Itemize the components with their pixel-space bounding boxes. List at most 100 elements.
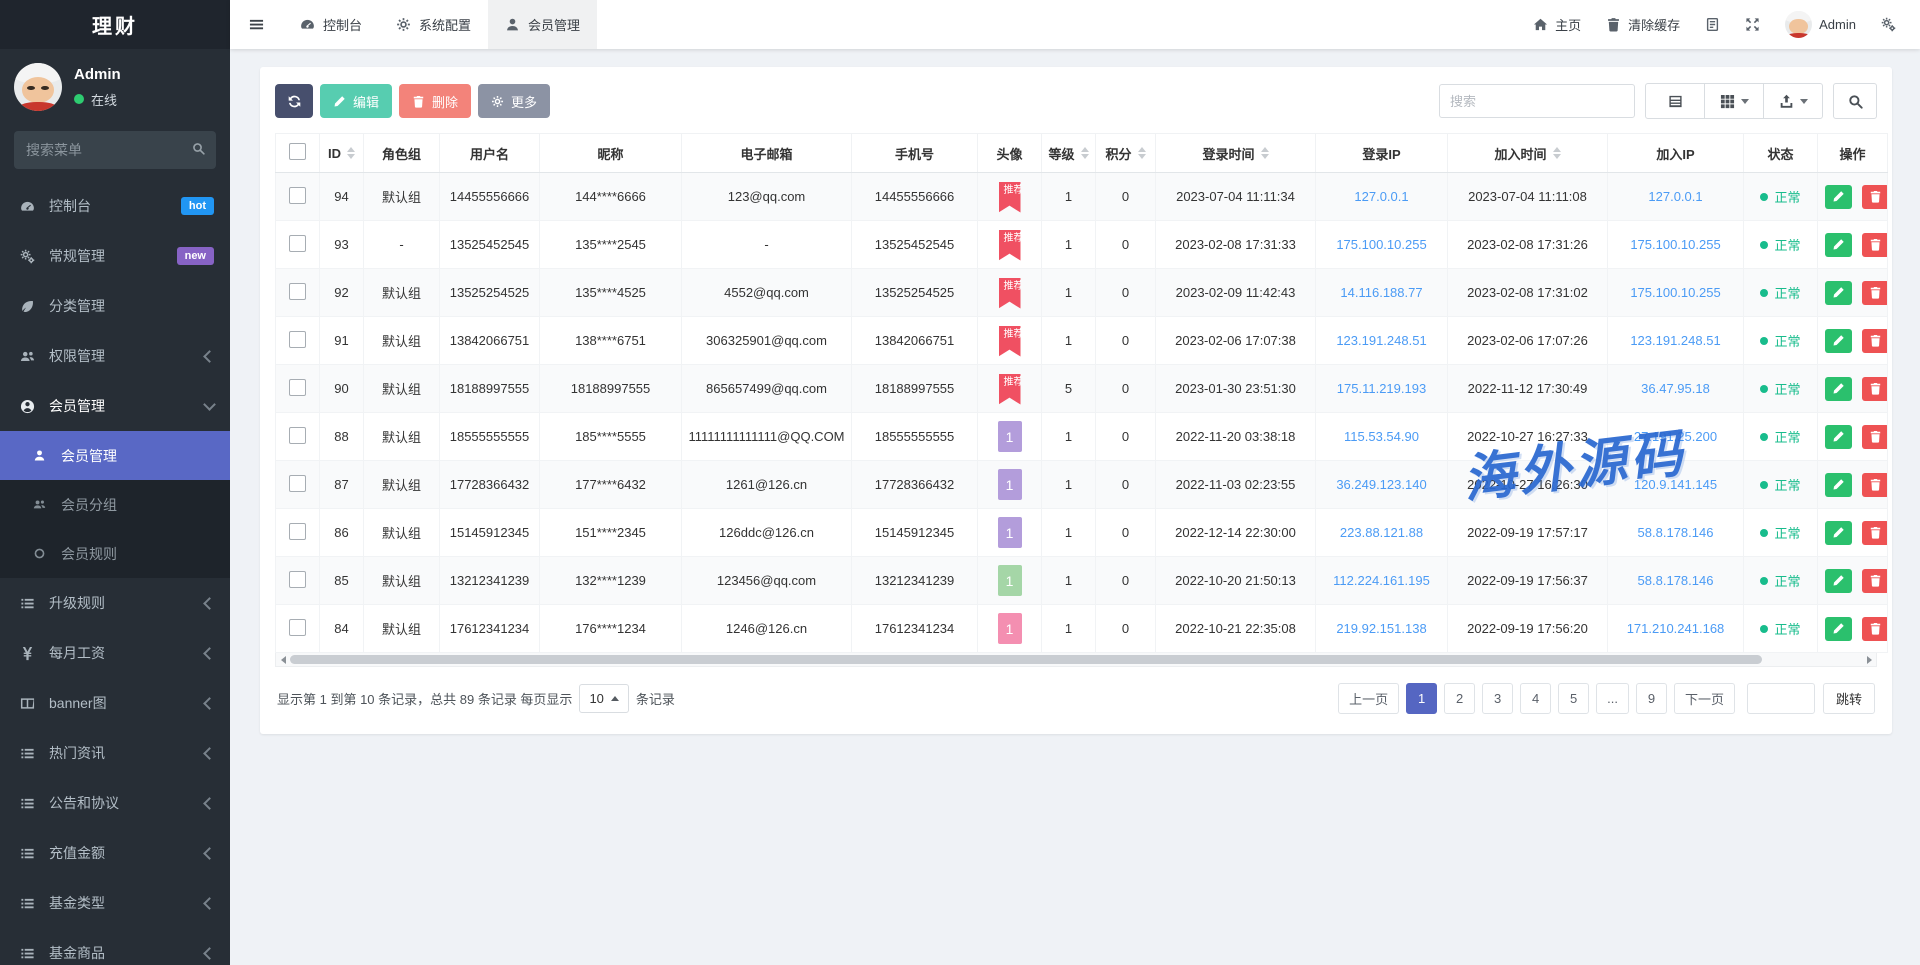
- row-delete-button[interactable]: [1862, 329, 1888, 353]
- row-edit-button[interactable]: [1825, 377, 1852, 401]
- jump-page-input[interactable]: [1747, 683, 1815, 714]
- row-edit-button[interactable]: [1825, 233, 1852, 257]
- column-header[interactable]: 登录时间: [1156, 134, 1316, 173]
- page-item-2[interactable]: 2: [1444, 683, 1475, 714]
- column-header[interactable]: 积分: [1096, 134, 1156, 173]
- page-item-...[interactable]: ...: [1596, 683, 1629, 714]
- horizontal-scrollbar[interactable]: [275, 653, 1877, 667]
- fullscreen-button[interactable]: [1745, 17, 1760, 32]
- row-checkbox[interactable]: [289, 187, 306, 204]
- row-delete-button[interactable]: [1862, 473, 1888, 497]
- row-delete-button[interactable]: [1862, 425, 1888, 449]
- caret-up-icon: [611, 696, 619, 701]
- tab-2[interactable]: 会员管理: [488, 0, 597, 49]
- sidebar-item-10[interactable]: 充值金额: [0, 828, 230, 878]
- table-search-input[interactable]: [1439, 84, 1635, 118]
- sidebar-item-4[interactable]: 会员管理: [0, 381, 230, 431]
- sidebar-item-5[interactable]: 升级规则: [0, 578, 230, 628]
- edit-button[interactable]: 编辑: [320, 84, 392, 118]
- row-delete-button[interactable]: [1862, 185, 1888, 209]
- column-label: 手机号: [895, 144, 934, 163]
- sidebar-item-1[interactable]: 常规管理new: [0, 231, 230, 281]
- user-menu[interactable]: Admin: [1785, 11, 1856, 38]
- page-item-1[interactable]: 1: [1406, 683, 1437, 714]
- status-dot-icon: [1760, 577, 1768, 585]
- page-item-3[interactable]: 3: [1482, 683, 1513, 714]
- page-item-下一页[interactable]: 下一页: [1674, 683, 1735, 714]
- tab-1[interactable]: 系统配置: [379, 0, 488, 49]
- row-edit-button[interactable]: [1825, 329, 1852, 353]
- cell-join-ip: 171.210.241.168: [1608, 605, 1744, 653]
- menu-search-input[interactable]: [14, 131, 216, 169]
- row-checkbox[interactable]: [289, 427, 306, 444]
- row-delete-button[interactable]: [1862, 569, 1888, 593]
- cell-nickname: 185****5555: [540, 413, 682, 461]
- delete-button[interactable]: 删除: [399, 84, 471, 118]
- scrollbar-thumb[interactable]: [290, 655, 1762, 664]
- settings-button[interactable]: [1881, 17, 1896, 32]
- row-edit-button[interactable]: [1825, 473, 1852, 497]
- sidebar-toggle-button[interactable]: [230, 0, 283, 49]
- sidebar-item-8[interactable]: 热门资讯: [0, 728, 230, 778]
- row-edit-button[interactable]: [1825, 617, 1852, 641]
- column-header[interactable]: 等级: [1042, 134, 1096, 173]
- sidebar-item-6[interactable]: 每月工资: [0, 628, 230, 678]
- sidebar-item-0[interactable]: 控制台hot: [0, 181, 230, 231]
- export-button[interactable]: [1763, 83, 1823, 119]
- page-item-5[interactable]: 5: [1558, 683, 1589, 714]
- row-checkbox[interactable]: [289, 283, 306, 300]
- row-checkbox[interactable]: [289, 571, 306, 588]
- sidebar-subitem-2[interactable]: 会员规则: [0, 529, 230, 578]
- sidebar-avatar: [14, 63, 62, 111]
- tab-0[interactable]: 控制台: [283, 0, 379, 49]
- home-link[interactable]: 主页: [1533, 15, 1581, 34]
- sidebar-item-7[interactable]: banner图: [0, 678, 230, 728]
- sidebar-subitem-0[interactable]: 会员管理: [0, 431, 230, 480]
- sidebar-item-11[interactable]: 基金类型: [0, 878, 230, 928]
- column-header[interactable]: ID: [320, 134, 364, 173]
- row-edit-button[interactable]: [1825, 425, 1852, 449]
- sidebar-item-9[interactable]: 公告和协议: [0, 778, 230, 828]
- row-checkbox[interactable]: [289, 235, 306, 252]
- row-checkbox[interactable]: [289, 523, 306, 540]
- sidebar-subitem-1[interactable]: 会员分组: [0, 480, 230, 529]
- row-delete-button[interactable]: [1862, 281, 1888, 305]
- select-all-checkbox[interactable]: [289, 143, 306, 160]
- clear-cache-label: 清除缓存: [1628, 15, 1680, 34]
- page-item-上一页[interactable]: 上一页: [1338, 683, 1399, 714]
- row-checkbox[interactable]: [289, 475, 306, 492]
- row-edit-button[interactable]: [1825, 281, 1852, 305]
- row-checkbox[interactable]: [289, 379, 306, 396]
- sidebar-item-2[interactable]: 分类管理: [0, 281, 230, 331]
- advanced-search-button[interactable]: [1833, 83, 1877, 119]
- row-delete-button[interactable]: [1862, 377, 1888, 401]
- jump-button[interactable]: 跳转: [1823, 683, 1875, 714]
- row-edit-button[interactable]: [1825, 185, 1852, 209]
- page-size-select[interactable]: 10: [579, 684, 628, 713]
- page-item-4[interactable]: 4: [1520, 683, 1551, 714]
- chevron-left-icon: [203, 797, 216, 810]
- page-item-9[interactable]: 9: [1636, 683, 1667, 714]
- columns-toggle-button[interactable]: [1704, 83, 1764, 119]
- clear-cache-link[interactable]: 清除缓存: [1606, 15, 1680, 34]
- row-edit-button[interactable]: [1825, 521, 1852, 545]
- cell-login-time: 2022-10-20 21:50:13: [1156, 557, 1316, 605]
- refresh-button[interactable]: [275, 84, 313, 118]
- cell-avatar: 推荐: [978, 365, 1042, 413]
- row-delete-button[interactable]: [1862, 617, 1888, 641]
- sidebar-item-12[interactable]: 基金商品: [0, 928, 230, 965]
- detail-view-button[interactable]: [1645, 83, 1705, 119]
- row-checkbox[interactable]: [289, 619, 306, 636]
- more-button[interactable]: 更多: [478, 84, 550, 118]
- row-checkbox[interactable]: [289, 331, 306, 348]
- scroll-right-arrow[interactable]: [1862, 656, 1876, 664]
- column-header[interactable]: 加入时间: [1448, 134, 1608, 173]
- sidebar-item-3[interactable]: 权限管理: [0, 331, 230, 381]
- cell-id: 90: [320, 365, 364, 413]
- row-edit-button[interactable]: [1825, 569, 1852, 593]
- scroll-left-arrow[interactable]: [276, 656, 290, 664]
- language-button[interactable]: [1705, 17, 1720, 32]
- cell-email: 4552@qq.com: [682, 269, 852, 317]
- row-delete-button[interactable]: [1862, 521, 1888, 545]
- row-delete-button[interactable]: [1862, 233, 1888, 257]
